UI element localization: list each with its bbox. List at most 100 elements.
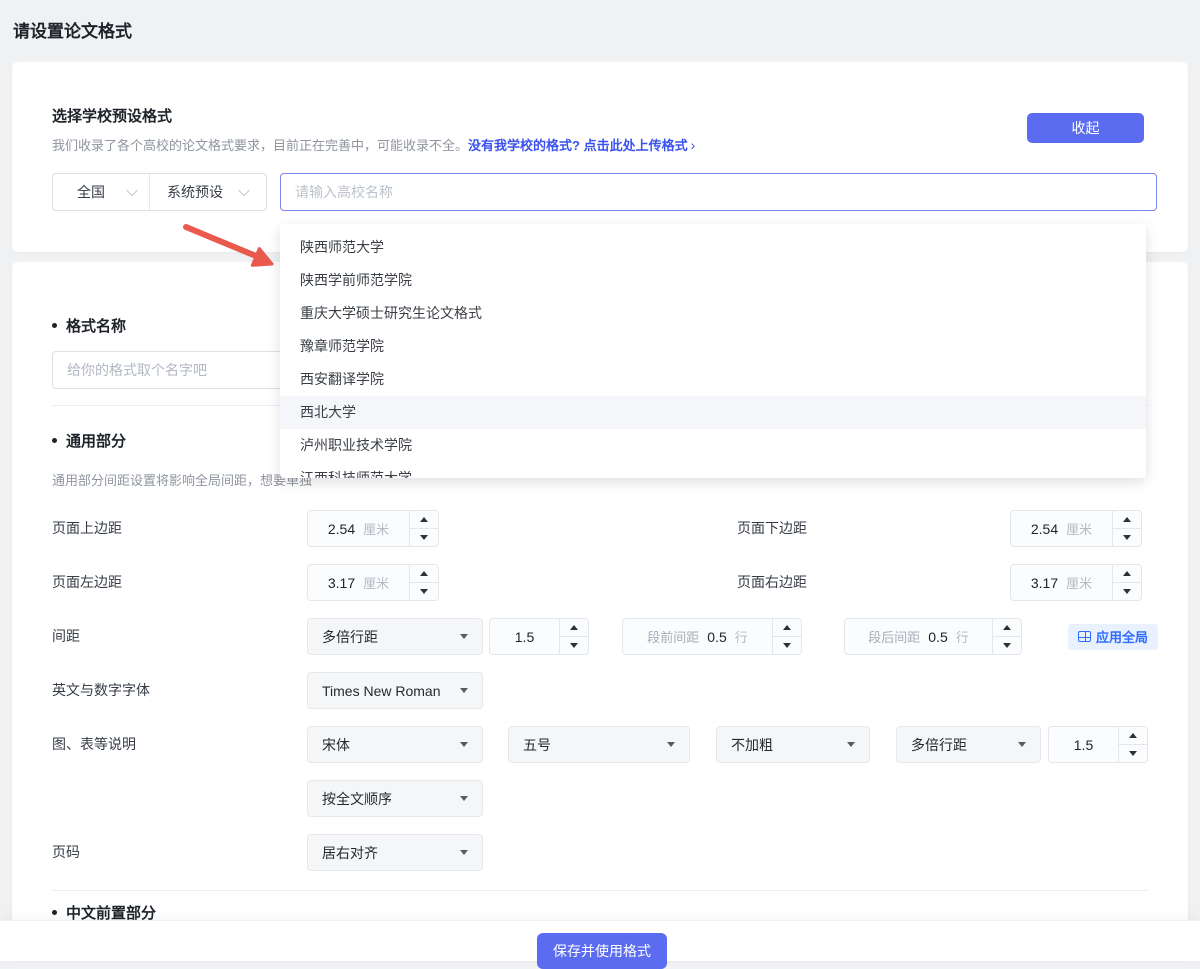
caret-down-icon (460, 796, 468, 801)
caption-line-spacing-select[interactable]: 多倍行距 (896, 726, 1041, 763)
page-title: 请设置论文格式 (13, 17, 132, 42)
field-label: 页面右边距 (737, 564, 1010, 601)
university-search-input[interactable] (280, 173, 1157, 211)
caret-down-icon (460, 742, 468, 747)
page-number-align-select[interactable]: 居右对齐 (307, 834, 483, 871)
dropdown-item[interactable]: 陕西师范大学 (280, 231, 1146, 264)
english-font-select[interactable]: Times New Roman (307, 672, 483, 709)
unit-label: 厘米 (1066, 519, 1092, 538)
stepper-value[interactable]: 0.5 (928, 629, 947, 645)
stepper-value[interactable]: 1.5 (515, 629, 534, 645)
page-number-row: 页码 居右对齐 (52, 834, 1188, 871)
dropdown-item[interactable]: 西北大学 (280, 396, 1146, 429)
margin-row-left-right: 页面左边距 3.17 厘米 页面右边距 3.17 厘米 (52, 564, 1188, 601)
dropdown-item[interactable]: 江西科技师范大学 (280, 462, 1146, 478)
stepper-up-button[interactable] (410, 565, 438, 582)
stepper-value[interactable]: 1.5 (1074, 737, 1093, 753)
stepper-down-button[interactable] (1113, 582, 1141, 600)
caret-down-icon (460, 850, 468, 855)
stepper-label: 段前间距 (647, 627, 699, 646)
field-label: 页面左边距 (52, 564, 307, 601)
dropdown-item[interactable]: 陕西学前师范学院 (280, 264, 1146, 297)
stepper-value[interactable]: 2.54 (328, 521, 355, 537)
stepper-up-button[interactable] (993, 619, 1021, 636)
preset-section-title: 选择学校预设格式 (52, 105, 172, 126)
grid-icon (1078, 631, 1091, 642)
upload-format-link[interactable]: 没有我学校的格式? 点击此处上传格式› (468, 138, 695, 153)
caret-down-icon (460, 634, 468, 639)
unit-label: 厘米 (363, 573, 389, 592)
caption-weight-select[interactable]: 不加粗 (716, 726, 870, 763)
stepper-up-button[interactable] (1119, 727, 1147, 744)
dropdown-item[interactable]: 豫章师范学院 (280, 330, 1146, 363)
stepper-up-button[interactable] (1113, 511, 1141, 528)
stepper-down-button[interactable] (410, 582, 438, 600)
caption-font-select[interactable]: 宋体 (307, 726, 483, 763)
stepper-up-button[interactable] (773, 619, 801, 636)
footer-bar: 保存并使用格式 (0, 920, 1200, 961)
section-divider (52, 890, 1148, 891)
preset-description-text: 我们收录了各个高校的论文格式要求，目前正在完善中，可能收录不全。 (52, 138, 468, 153)
preset-description: 我们收录了各个高校的论文格式要求，目前正在完善中，可能收录不全。没有我学校的格式… (52, 135, 695, 154)
preset-filter-group: 全国 系统预设 (52, 173, 267, 211)
unit-label: 行 (956, 627, 969, 646)
stepper-up-button[interactable] (410, 511, 438, 528)
field-label: 间距 (52, 618, 307, 655)
apply-global-button[interactable]: 应用全局 (1068, 624, 1158, 650)
line-spacing-value-stepper: 1.5 (489, 618, 589, 655)
top-margin-stepper: 2.54 厘米 (307, 510, 439, 547)
dropdown-item[interactable]: 泸州职业技术学院 (280, 429, 1146, 462)
stepper-value[interactable]: 0.5 (707, 629, 726, 645)
unit-label: 厘米 (363, 519, 389, 538)
university-dropdown: 陕西师范大学陕西学前师范学院重庆大学硕士研究生论文格式豫章师范学院西安翻译学院西… (280, 224, 1146, 478)
caption-line-value-stepper: 1.5 (1048, 726, 1148, 763)
stepper-down-button[interactable] (993, 636, 1021, 654)
caption-style-row: 图、表等说明 宋体 五号 不加粗 多倍行距 1.5 (52, 726, 1188, 763)
stepper-down-button[interactable] (1113, 528, 1141, 546)
bullet-dot-icon (52, 438, 57, 443)
bottom-margin-stepper: 2.54 厘米 (1010, 510, 1142, 547)
stepper-value[interactable]: 3.17 (328, 575, 355, 591)
field-label: 图、表等说明 (52, 726, 307, 763)
region-select[interactable]: 全国 (53, 174, 149, 210)
field-label: 英文与数字字体 (52, 672, 307, 709)
english-font-row: 英文与数字字体 Times New Roman (52, 672, 1188, 709)
stepper-down-button[interactable] (560, 636, 588, 654)
preset-source-select[interactable]: 系统预设 (150, 174, 266, 210)
save-and-use-format-button[interactable]: 保存并使用格式 (537, 933, 667, 969)
field-label: 页码 (52, 834, 307, 871)
left-margin-stepper: 3.17 厘米 (307, 564, 439, 601)
stepper-up-button[interactable] (1113, 565, 1141, 582)
stepper-label: 段后间距 (868, 627, 920, 646)
stepper-value[interactable]: 2.54 (1031, 521, 1058, 537)
chevron-down-icon (238, 185, 249, 196)
region-select-value: 全国 (77, 182, 105, 202)
stepper-down-button[interactable] (410, 528, 438, 546)
collapse-button[interactable]: 收起 (1027, 113, 1144, 143)
unit-label: 厘米 (1066, 573, 1092, 592)
dropdown-item[interactable]: 重庆大学硕士研究生论文格式 (280, 297, 1146, 330)
line-spacing-mode-select[interactable]: 多倍行距 (307, 618, 483, 655)
stepper-down-button[interactable] (773, 636, 801, 654)
field-label: 页面上边距 (52, 510, 307, 547)
caret-down-icon (667, 742, 675, 747)
caret-down-icon (847, 742, 855, 747)
caption-size-select[interactable]: 五号 (508, 726, 690, 763)
preset-source-select-value: 系统预设 (167, 182, 223, 202)
caret-down-icon (460, 688, 468, 693)
margin-row-top-bottom: 页面上边距 2.54 厘米 页面下边距 2.54 厘米 (52, 510, 1188, 547)
stepper-down-button[interactable] (1119, 744, 1147, 762)
field-label: 页面下边距 (737, 510, 1010, 547)
spacing-row: 间距 多倍行距 1.5 段前间距 0.5 行 段后间距 0.5 行 应用全局 (52, 618, 1188, 655)
caret-down-icon (1018, 742, 1026, 747)
after-paragraph-spacing-stepper: 段后间距 0.5 行 (844, 618, 1022, 655)
stepper-up-button[interactable] (560, 619, 588, 636)
unit-label: 行 (735, 627, 748, 646)
caption-order-row: 按全文顺序 (52, 780, 1188, 817)
chevron-down-icon (126, 185, 137, 196)
bullet-dot-icon (52, 323, 57, 328)
dropdown-item[interactable]: 西安翻译学院 (280, 363, 1146, 396)
stepper-value[interactable]: 3.17 (1031, 575, 1058, 591)
bullet-dot-icon (52, 910, 57, 915)
caption-order-select[interactable]: 按全文顺序 (307, 780, 483, 817)
